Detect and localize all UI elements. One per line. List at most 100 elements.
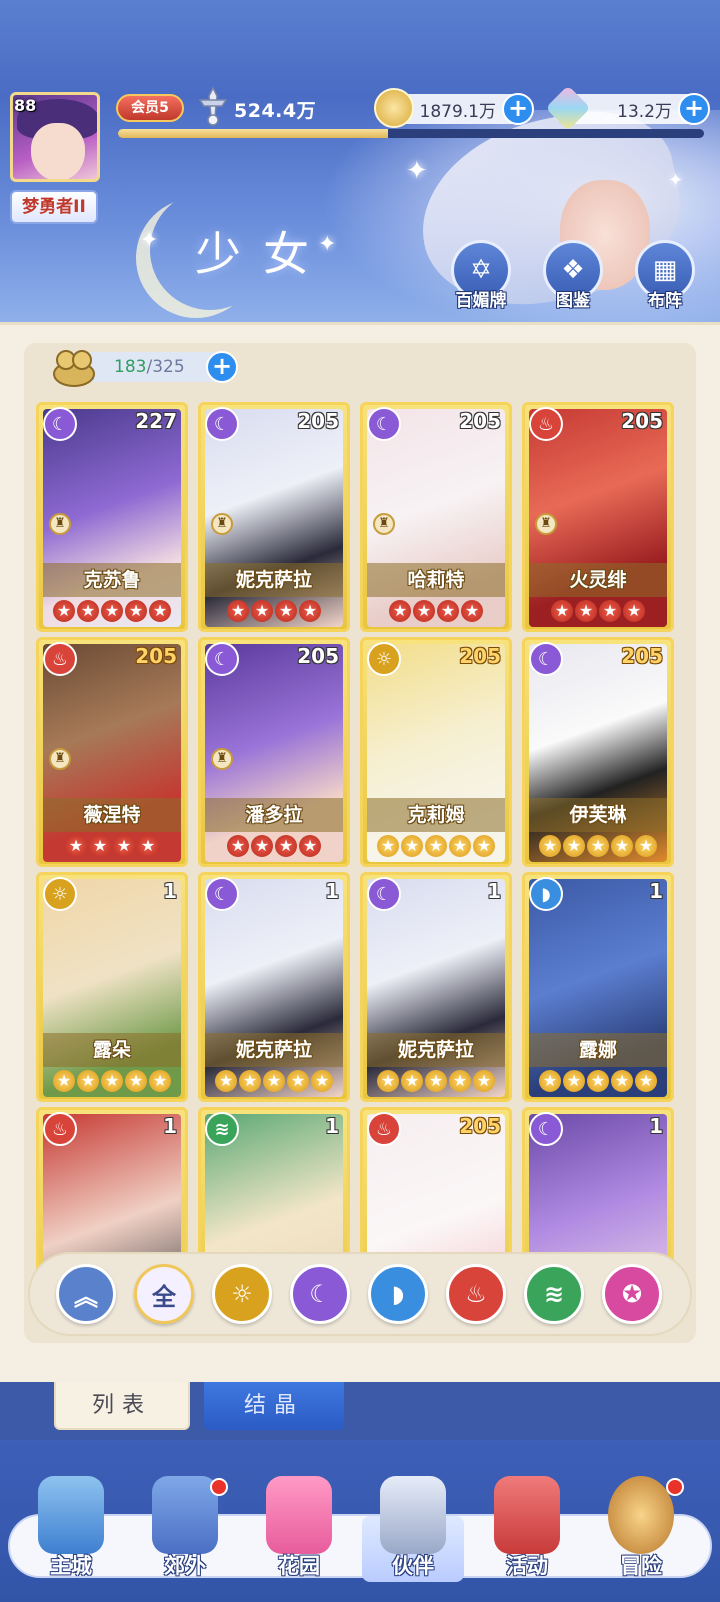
character-name: 潘多拉 bbox=[245, 804, 303, 826]
gold-coin-icon bbox=[374, 88, 414, 128]
add-diamond-button[interactable]: + bbox=[678, 93, 710, 125]
character-level: 1 bbox=[163, 1114, 177, 1138]
character-name: 薇涅特 bbox=[83, 804, 141, 826]
filter-collapse-button[interactable]: ︽ bbox=[56, 1264, 116, 1324]
star-rating: ★ ★ ★ ★ ★ bbox=[363, 1070, 509, 1092]
character-card[interactable]: ☾ 205 ♜ 妮克萨拉 ★ ★ ★ ★ bbox=[198, 402, 350, 632]
star-icon: ★ bbox=[113, 835, 135, 857]
star-icon: ★ bbox=[275, 835, 297, 857]
nav-magic-circle[interactable]: 郊外 bbox=[130, 1476, 240, 1586]
character-card[interactable]: ☾ 227 ♜ 克苏鲁 ★ ★ ★ ★ ★ bbox=[36, 402, 188, 632]
gallery-button[interactable]: ❖ 图鉴 bbox=[540, 240, 606, 311]
filter-all-button[interactable]: 全 bbox=[134, 1264, 194, 1324]
character-card[interactable]: ☾ 1 bbox=[522, 1107, 674, 1272]
star-icon: ★ bbox=[149, 600, 171, 622]
character-card[interactable]: ☾ 205 ♜ 潘多拉 ★ ★ ★ ★ bbox=[198, 637, 350, 867]
star-icon: ★ bbox=[401, 835, 423, 857]
formation-chess-icon: ♜ bbox=[49, 513, 71, 535]
header: ✦ ✦ ✦ ✦ bbox=[0, 0, 720, 322]
gift-box-icon bbox=[494, 1476, 560, 1554]
star-icon: ★ bbox=[299, 600, 321, 622]
star-icon: ★ bbox=[227, 600, 249, 622]
nav-heart[interactable]: 花园 bbox=[244, 1476, 354, 1586]
character-card[interactable]: ☼ 1 露朵 ★ ★ ★ ★ ★ bbox=[36, 872, 188, 1102]
character-level: 205 bbox=[135, 644, 177, 668]
nav-partner-portrait[interactable]: 伙伴 bbox=[358, 1476, 468, 1586]
character-card[interactable]: ☾ 1 妮克萨拉 ★ ★ ★ ★ ★ bbox=[198, 872, 350, 1102]
expand-capacity-button[interactable]: + bbox=[206, 351, 238, 383]
character-level: 205 bbox=[621, 409, 663, 433]
character-level: 1 bbox=[487, 879, 501, 903]
character-card[interactable]: ◗ 1 露娜 ★ ★ ★ ★ ★ bbox=[522, 872, 674, 1102]
character-card[interactable]: ☼ 205 克莉姆 ★ ★ ★ ★ ★ bbox=[360, 637, 512, 867]
character-card[interactable]: ☾ 205 ♜ 哈莉特 ★ ★ ★ ★ bbox=[360, 402, 512, 632]
star-icon: ★ bbox=[227, 835, 249, 857]
character-name: 克苏鲁 bbox=[83, 569, 141, 591]
character-capacity: 183/325 + bbox=[53, 350, 238, 387]
character-card[interactable]: ☾ 1 妮克萨拉 ★ ★ ★ ★ ★ bbox=[360, 872, 512, 1102]
star-icon: ★ bbox=[389, 600, 411, 622]
star-icon: ★ bbox=[611, 835, 633, 857]
fire-icon: ♨ bbox=[465, 1280, 487, 1308]
fire-element-icon: ♨ bbox=[43, 1112, 77, 1146]
star-rating: ★ ★ ★ ★ bbox=[201, 835, 347, 857]
add-gold-button[interactable]: + bbox=[502, 93, 534, 125]
filter-wind-button[interactable]: ≋ bbox=[524, 1264, 584, 1324]
notification-dot bbox=[210, 1478, 228, 1496]
sun-element-icon: ☼ bbox=[43, 877, 77, 911]
character-level: 227 bbox=[135, 409, 177, 433]
star-icon: ★ bbox=[449, 1070, 471, 1092]
star-icon: ★ bbox=[251, 835, 273, 857]
character-card[interactable]: ☾ 205 伊芙琳 ★ ★ ★ ★ ★ bbox=[522, 637, 674, 867]
star-icon: ★ bbox=[101, 1070, 123, 1092]
character-name: 露朵 bbox=[92, 1039, 131, 1061]
star-icon: ★ bbox=[299, 835, 321, 857]
filter-fire-button[interactable]: ♨ bbox=[446, 1264, 506, 1324]
character-card[interactable]: ≋ 1 bbox=[198, 1107, 350, 1272]
star-icon: ★ bbox=[287, 1070, 309, 1092]
star-orb-icon: ✪ bbox=[621, 1280, 643, 1308]
water-drop-icon: ◗ bbox=[391, 1280, 405, 1308]
star-icon: ★ bbox=[635, 835, 657, 857]
moon-element-icon: ☾ bbox=[205, 642, 239, 676]
nav-castle[interactable]: 主城 bbox=[16, 1476, 126, 1586]
vip-badge[interactable]: 会员5 bbox=[116, 94, 184, 122]
star-rating: ★ ★ ★ ★ ★ bbox=[39, 600, 185, 622]
formation-button[interactable]: ▦ 布阵 bbox=[632, 240, 698, 311]
nav-compass[interactable]: 冒险 bbox=[586, 1476, 696, 1586]
character-level: 1 bbox=[163, 879, 177, 903]
formation-chess-icon: ♜ bbox=[535, 513, 557, 535]
element-filter-bar: ︽ 全 ☼ ☾ ◗ ♨ ≋ ✪ bbox=[28, 1252, 692, 1336]
tab-list[interactable]: 列表 bbox=[54, 1382, 190, 1430]
star-rating: ★ ★ ★ ★ ★ bbox=[39, 1070, 185, 1092]
character-card[interactable]: ♨ 205 bbox=[360, 1107, 512, 1272]
character-name: 妮克萨拉 bbox=[235, 1039, 312, 1061]
star-rating: ★ ★ ★ ★ bbox=[525, 600, 671, 622]
fire-element-icon: ♨ bbox=[43, 642, 77, 676]
capacity-max: 325 bbox=[152, 357, 185, 377]
bag-icon bbox=[53, 350, 95, 387]
tab-crystal[interactable]: 结晶 bbox=[204, 1382, 344, 1430]
star-icon: ★ bbox=[623, 600, 645, 622]
formation-chess-icon: ♜ bbox=[211, 513, 233, 535]
moon-element-icon: ☾ bbox=[205, 877, 239, 911]
gold-resource: 1879.1万 + bbox=[374, 88, 534, 128]
baimei-card-button[interactable]: ✡ 百媚牌 bbox=[448, 240, 514, 311]
nav-gift-box[interactable]: 活动 bbox=[472, 1476, 582, 1586]
star-rating: ★ ★ ★ ★ bbox=[39, 835, 185, 857]
star-icon: ★ bbox=[101, 600, 123, 622]
character-card[interactable]: ♨ 205 ♜ 火灵绯 ★ ★ ★ ★ bbox=[522, 402, 674, 632]
magic-circle-icon bbox=[152, 1476, 218, 1554]
filter-moon-button[interactable]: ☾ bbox=[290, 1264, 350, 1324]
player-title-badge[interactable]: 梦勇者II bbox=[10, 190, 98, 224]
diamond-resource: 13.2万 + bbox=[545, 85, 710, 131]
star-icon: ★ bbox=[77, 1070, 99, 1092]
character-name: 克莉姆 bbox=[407, 804, 465, 826]
filter-water-button[interactable]: ◗ bbox=[368, 1264, 428, 1324]
character-level: 205 bbox=[621, 644, 663, 668]
moon-element-icon: ☾ bbox=[205, 407, 239, 441]
filter-sun-button[interactable]: ☼ bbox=[212, 1264, 272, 1324]
filter-star-button[interactable]: ✪ bbox=[602, 1264, 662, 1324]
character-card[interactable]: ♨ 1 bbox=[36, 1107, 188, 1272]
character-card[interactable]: ♨ 205 ♜ 薇涅特 ★ ★ ★ ★ bbox=[36, 637, 188, 867]
